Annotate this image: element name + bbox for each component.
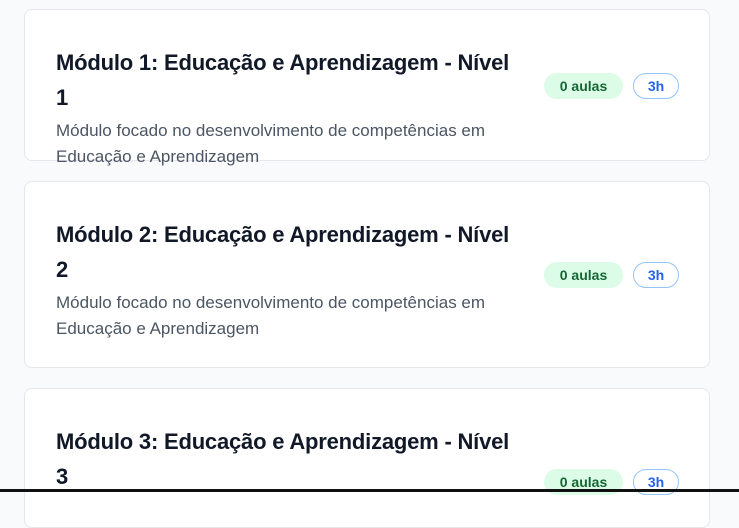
module-badges: 0 aulas 3h <box>544 73 679 99</box>
module-title: Módulo 3: Educação e Aprendizagem - Níve… <box>56 429 510 489</box>
lessons-count-badge: 0 aulas <box>544 262 623 288</box>
module-badges: 0 aulas 3h <box>544 262 679 288</box>
module-card-3[interactable]: Módulo 3: Educação e Aprendizagem - Níve… <box>24 388 710 528</box>
module-title: Módulo 2: Educação e Aprendizagem - Níve… <box>56 222 510 282</box>
module-card-text: Módulo 3: Educação e Aprendizagem - Níve… <box>56 424 526 497</box>
lessons-count-badge: 0 aulas <box>544 73 623 99</box>
module-card-text: Módulo 2: Educação e Aprendizagem - Níve… <box>56 217 526 342</box>
module-card-1[interactable]: Módulo 1: Educação e Aprendizagem - Níve… <box>24 9 710 166</box>
module-description: Módulo focado no desenvolvimento de comp… <box>56 293 486 338</box>
module-title: Módulo 1: Educação e Aprendizagem - Níve… <box>56 50 510 110</box>
module-card-2[interactable]: Módulo 2: Educação e Aprendizagem - Níve… <box>24 181 710 368</box>
duration-badge: 3h <box>633 262 679 288</box>
module-card-text: Módulo 1: Educação e Aprendizagem - Níve… <box>56 45 526 170</box>
duration-badge: 3h <box>633 73 679 99</box>
module-description: Módulo focado no desenvolvimento de comp… <box>56 121 486 166</box>
